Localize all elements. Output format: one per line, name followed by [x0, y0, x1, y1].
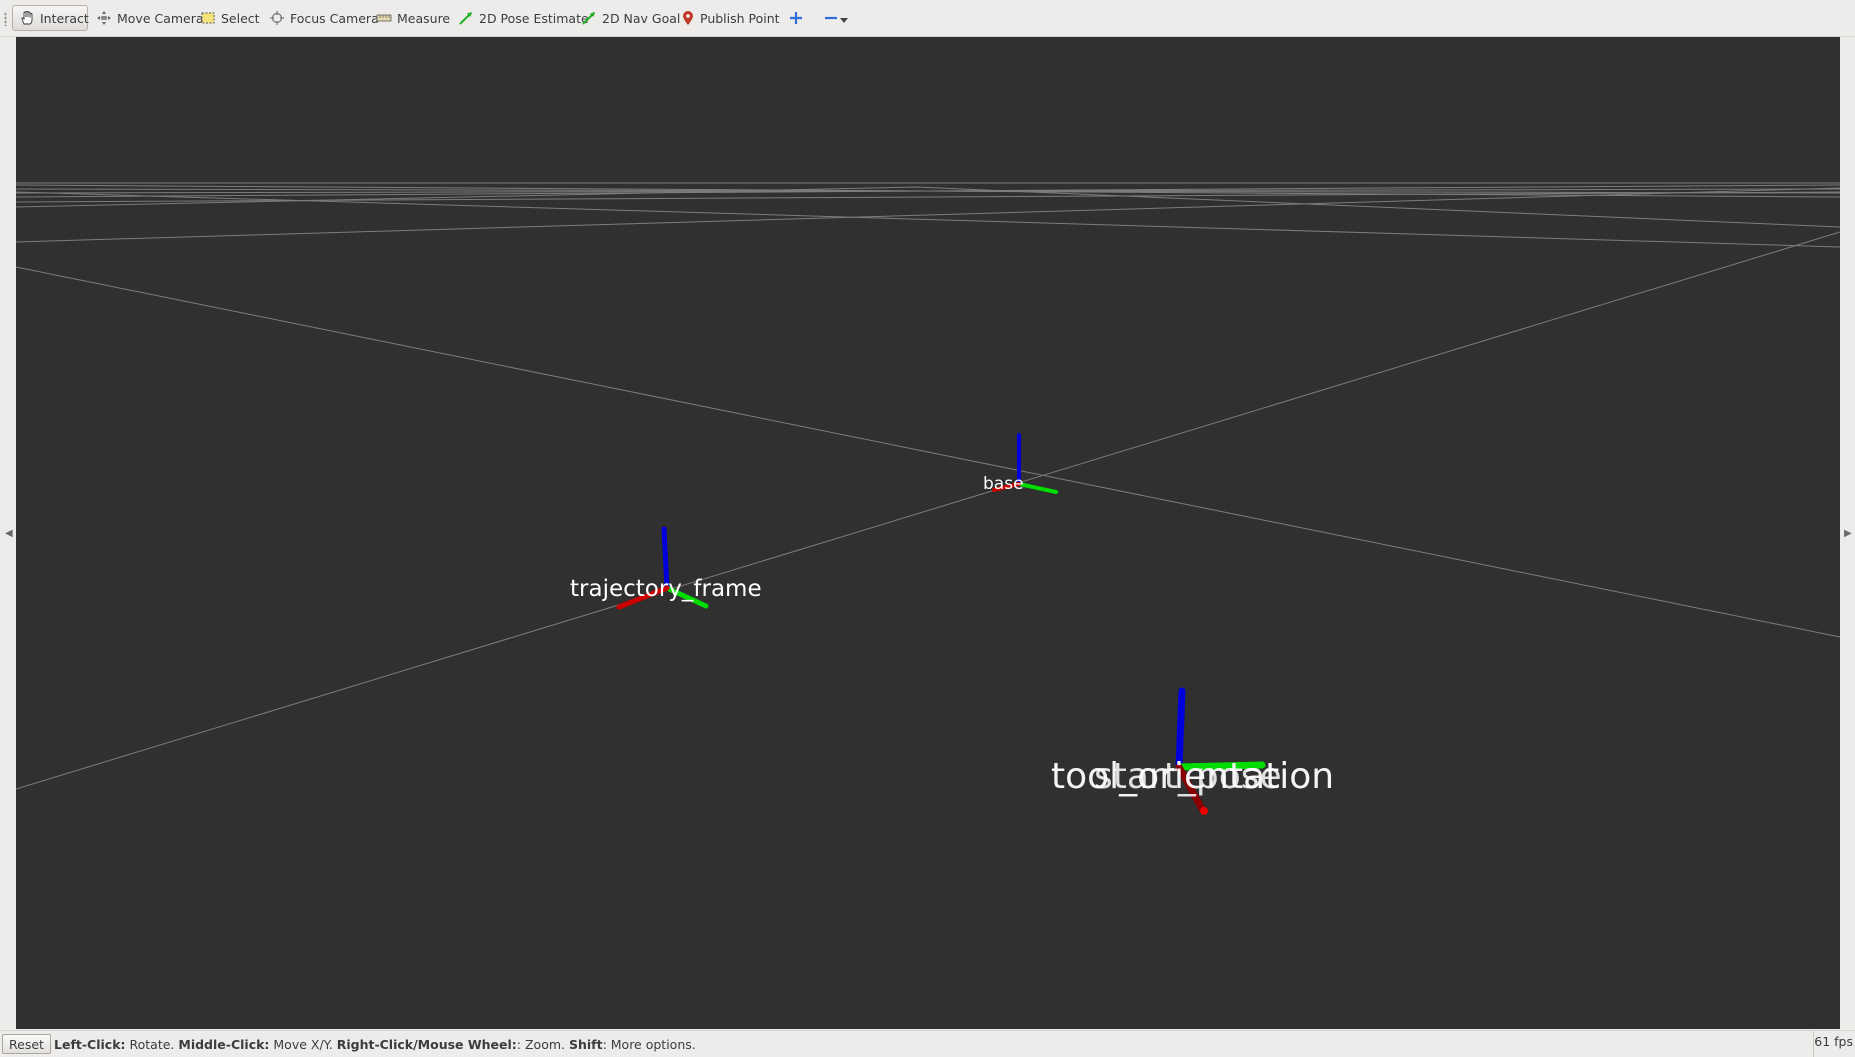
toolbar-grip[interactable] [4, 12, 7, 26]
remove-tool-button[interactable] [818, 5, 854, 31]
measure-tool-label: Measure [397, 10, 451, 26]
2d-nav-goal-tool-button[interactable]: 2D Nav Goal [575, 5, 686, 31]
fps-counter: 61 fps [1813, 1031, 1855, 1057]
move-camera-tool-label: Move Camera [117, 10, 204, 26]
right-panel-toggle-icon[interactable]: ▶ [1844, 528, 1852, 539]
2d-pose-estimate-tool-label: 2D Pose Estimate [479, 10, 589, 26]
hint-key: Left-Click: [54, 1037, 126, 1052]
hint-key: Right-Click/Mouse Wheel: [336, 1037, 517, 1052]
chevron-down-icon [840, 18, 848, 23]
select-tool-button[interactable]: Select [194, 5, 266, 31]
interact-tool-button[interactable]: Interact [12, 5, 89, 31]
move-camera-icon [97, 11, 111, 25]
hand-icon [21, 11, 33, 25]
focus-camera-tool-button[interactable]: Focus Camera [263, 5, 385, 31]
plus-icon [790, 12, 802, 24]
ground-grid [16, 182, 1840, 790]
green-arrow-icon [459, 12, 472, 25]
move-camera-tool-button[interactable]: Move Camera [90, 5, 210, 31]
hint-text: Rotate. [125, 1037, 179, 1052]
interact-tool-label: Interact [40, 10, 89, 26]
measure-tool-button[interactable]: Measure [370, 5, 456, 31]
frame-label-base: base [983, 474, 1024, 494]
add-tool-button[interactable] [783, 5, 809, 31]
select-tool-label: Select [221, 10, 260, 26]
status-bar: Reset Left-Click: Rotate. Middle-Click: … [0, 1030, 1855, 1057]
2d-pose-estimate-tool-button[interactable]: 2D Pose Estimate [452, 5, 595, 31]
publish-point-tool-button[interactable]: Publish Point [675, 5, 786, 31]
ruler-icon [376, 14, 392, 22]
status-hint: Left-Click: Rotate. Middle-Click: Move X… [54, 1037, 696, 1052]
publish-point-tool-label: Publish Point [700, 10, 780, 26]
frame-label-trajectory-frame: trajectory_frame [570, 576, 762, 602]
tool-toolbar: Interact Move Camera Select Focus Camera… [0, 0, 1855, 37]
green-arrow-icon [582, 12, 595, 25]
hint-text: : Zoom. [516, 1037, 569, 1052]
frame-label-start-pose: start_pose [1094, 756, 1282, 797]
focus-camera-icon [270, 11, 284, 25]
reset-button[interactable]: Reset [2, 1034, 51, 1054]
2d-nav-goal-tool-label: 2D Nav Goal [602, 10, 681, 26]
hint-key: Shift [568, 1037, 603, 1052]
scene-canvas[interactable] [16, 37, 1840, 1029]
focus-camera-tool-label: Focus Camera [290, 10, 379, 26]
3d-render-view[interactable]: base trajectory_frame tool_orientation s… [16, 37, 1840, 1029]
hint-text: : More options. [602, 1037, 696, 1052]
select-icon [201, 12, 215, 24]
hint-key: Middle-Click: [178, 1037, 270, 1052]
minus-icon [825, 16, 837, 20]
left-panel-toggle-icon[interactable]: ◀ [5, 528, 13, 539]
map-pin-icon [683, 11, 693, 25]
hint-text: Move X/Y. [269, 1037, 337, 1052]
